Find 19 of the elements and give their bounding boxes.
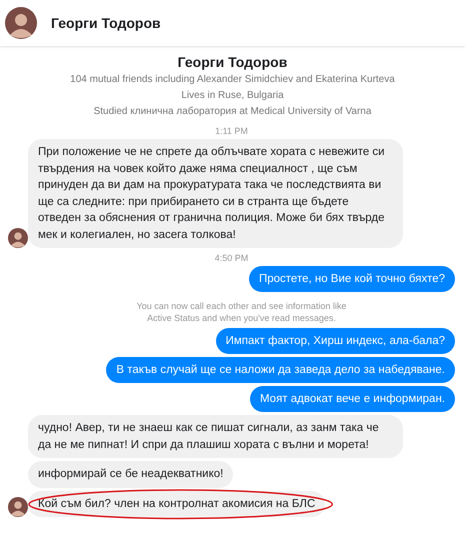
profile-info: 104 mutual friends including Alexander Simidchiev and Ekaterina Kurteva [69,73,396,87]
timestamp: 1:11 PM [214,126,249,136]
contact-name[interactable]: Георги Тодоров [51,15,161,31]
avatar-icon[interactable] [8,497,28,517]
profile-info: Studied клинична лаборатория at Medical University of Varna [92,105,372,119]
avatar-icon[interactable] [8,228,28,248]
message-bubble: В такъв случай ще се наложи да заведа дело за набедяване. [106,357,455,383]
profile-name: Георги Тодоров [176,54,288,70]
message-bubble: информирай се бе неадекватнико! [28,461,234,488]
message-bubble: Простете, но Вие кой точно бяхте? [248,266,455,292]
message-bubble: Импакт фактор, Хирш индекс, ала-бала? [216,328,455,354]
message-bubble: Кой съм бил? член на контролнат акомисия на БЛС [28,490,326,517]
message-bubble: чудно! Авер, ти не знаеш как се пишат сигнали, аз занм така че да не ме пипнат! И спри да плашиш хората с вълни и морета! [28,415,403,458]
message-bubble: При положение че не спрете да облъчвате хората с невежите си твърдения на човек който даже няма специалност , ще съм принуден да ви дам на прокуратурата така че последствията ви ще са следните: при прибирането си в странта ще бъдете отведен за обяснения от гранична полиция. Може би бях твърде мек и колегиален, но засега толкова! [28,139,403,248]
message-bubble: Моят адвокат вече е информиран. [250,386,455,412]
timestamp: 4:50 PM [214,253,250,263]
avatar-icon[interactable] [5,7,37,39]
profile-info: Lives in Ruse, Bulgaria [180,89,285,103]
notice-text: You can now call each other and see information like Active Status and when you've read messages. [136,300,348,324]
